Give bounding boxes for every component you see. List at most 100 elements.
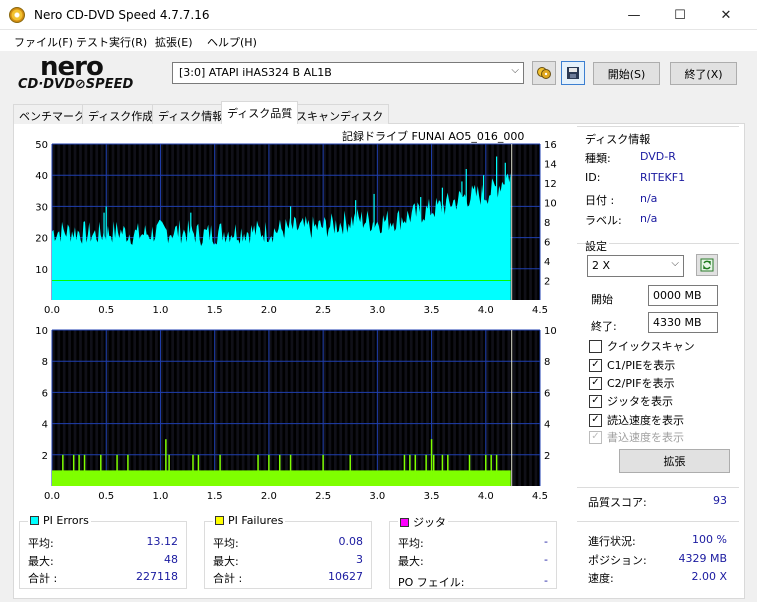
plot-stripe xyxy=(111,330,115,486)
plot-stripe xyxy=(182,330,185,486)
disc-type-value: DVD-R xyxy=(640,150,676,163)
close-button[interactable]: ✕ xyxy=(703,0,749,30)
tab-disc-quality[interactable]: ディスク品質 xyxy=(221,101,299,124)
plot-stripe xyxy=(366,330,370,486)
jitter-avg-label: 平均: xyxy=(398,537,424,550)
jitter-swatch xyxy=(400,517,409,527)
exit-button[interactable]: 終了(X) xyxy=(670,62,737,85)
disc-swap-icon xyxy=(537,67,551,79)
plot-stripe xyxy=(529,330,532,486)
save-button[interactable] xyxy=(561,61,585,85)
tab-create-disc[interactable]: ディスク作成 xyxy=(82,104,160,124)
plot-stripe xyxy=(155,330,158,486)
plot-stripe xyxy=(187,330,191,486)
tab-scan-disc[interactable]: スキャンディスク xyxy=(290,104,390,124)
pi-failures-max-label: 最大: xyxy=(213,555,239,568)
drive-select[interactable]: [3:0] ATAPI iHAS324 B AL1B ⌵ xyxy=(172,62,524,84)
x-tick-label: 0.0 xyxy=(44,305,60,316)
minimize-button[interactable]: — xyxy=(611,0,657,30)
plot-stripe xyxy=(68,330,71,486)
x-tick-label: 0.5 xyxy=(98,491,114,502)
x-tick-label: 4.0 xyxy=(478,491,494,502)
checkbox-checked-icon[interactable]: ✓ xyxy=(589,358,602,372)
progress-position-value: 4329 MB xyxy=(678,552,727,565)
disc-eject-button[interactable] xyxy=(532,61,556,85)
plot-stripe xyxy=(301,330,305,486)
y-tick-label-right: 8 xyxy=(544,357,550,368)
jitter-max-label: 最大: xyxy=(398,555,424,568)
plot-stripe xyxy=(328,330,332,486)
plot-stripe xyxy=(464,330,467,486)
plot-stripe xyxy=(480,330,484,486)
x-tick-label: 1.5 xyxy=(207,305,223,316)
setting-check-2[interactable]: ✓ C2/PIFを表示 xyxy=(589,375,675,391)
checkbox-checked-icon[interactable]: ✓ xyxy=(589,394,602,408)
plot-stripe xyxy=(209,330,212,486)
jitter-group: ジッタ 平均: - 最大: - PO フェイル: - xyxy=(389,514,557,589)
plot-stripe xyxy=(512,144,516,300)
plot-stripe xyxy=(534,144,538,300)
jitter-avg-value: - xyxy=(544,535,548,548)
plot-stripe xyxy=(518,330,522,486)
tab-disc-info[interactable]: ディスク情報 xyxy=(152,104,230,124)
menu-file[interactable]: ファイル(F) xyxy=(14,34,73,50)
x-tick-label: 1.0 xyxy=(152,491,168,502)
pi-failures-total-label: 合計 : xyxy=(213,572,243,585)
maximize-button[interactable]: ☐ xyxy=(657,0,703,30)
plot-stripe xyxy=(382,330,386,486)
scan-speed-select[interactable]: 2 X ⌵ xyxy=(587,255,684,277)
x-tick-label: 4.5 xyxy=(532,491,548,502)
y-tick-label-left: 50 xyxy=(35,140,48,151)
plot-stripe xyxy=(388,330,391,486)
setting-check-label: ジッタを表示 xyxy=(607,395,673,408)
menu-run-test[interactable]: テスト実行(R) xyxy=(76,34,147,50)
end-position-label: 終了: xyxy=(591,320,617,333)
start-button[interactable]: 開始(S) xyxy=(593,62,660,85)
progress-status-label: 進行状況: xyxy=(588,535,636,548)
plot-stripe xyxy=(274,330,278,486)
refresh-speed-button[interactable] xyxy=(696,254,718,276)
plot-stripe xyxy=(225,330,229,486)
menu-help[interactable]: ヘルプ(H) xyxy=(207,34,257,50)
po-failure-value: - xyxy=(544,574,548,587)
checkbox-checked-icon[interactable]: ✓ xyxy=(589,376,602,390)
x-tick-label: 0.5 xyxy=(98,305,114,316)
x-tick-label: 4.5 xyxy=(532,305,548,316)
checkbox-unchecked-icon[interactable] xyxy=(589,339,602,353)
setting-check-0[interactable]: クイックスキャン xyxy=(589,338,695,354)
x-tick-label: 3.5 xyxy=(424,491,440,502)
y-tick-label-left: 2 xyxy=(42,451,48,462)
y-tick-label-left: 4 xyxy=(42,420,48,431)
setting-check-label: 書込速度を表示 xyxy=(607,431,684,444)
plot-stripe xyxy=(144,330,147,486)
plot-stripe xyxy=(285,330,288,486)
start-position-input[interactable]: 0000 MB xyxy=(648,285,718,306)
quality-score-value: 93 xyxy=(713,494,727,507)
y-tick-label-left: 20 xyxy=(35,234,48,245)
plot-stripe xyxy=(355,330,359,486)
plot-stripe xyxy=(502,330,505,486)
end-position-input[interactable]: 4330 MB xyxy=(648,312,718,333)
plot-stripe xyxy=(57,330,61,486)
setting-check-4[interactable]: ✓ 読込速度を表示 xyxy=(589,412,684,428)
plot-stripe xyxy=(241,330,245,486)
advanced-button[interactable]: 拡張 xyxy=(619,449,730,473)
setting-check-3[interactable]: ✓ ジッタを表示 xyxy=(589,393,673,409)
quality-score-label: 品質スコア: xyxy=(588,496,647,509)
y-tick-label-left: 6 xyxy=(42,388,48,399)
y-tick-label-right: 14 xyxy=(544,160,557,171)
y-tick-label-right: 2 xyxy=(544,277,550,288)
progress-speed-value: 2.00 X xyxy=(691,570,727,583)
plot-stripe xyxy=(317,330,321,486)
menu-extras[interactable]: 拡張(E) xyxy=(155,34,193,50)
tab-benchmark[interactable]: ベンチマーク xyxy=(13,104,91,124)
pi-errors-max-value: 48 xyxy=(164,553,178,566)
plot-stripe xyxy=(420,330,424,486)
disc-label-value: n/a xyxy=(640,212,658,225)
plot-stripe xyxy=(247,330,250,486)
checkbox-checked-icon: ✓ xyxy=(589,430,602,444)
checkbox-checked-icon[interactable]: ✓ xyxy=(589,413,602,427)
pi-failures-total-value: 10627 xyxy=(328,570,363,583)
setting-check-1[interactable]: ✓ C1/PIEを表示 xyxy=(589,357,675,373)
pi-errors-avg-value: 13.12 xyxy=(146,535,179,548)
